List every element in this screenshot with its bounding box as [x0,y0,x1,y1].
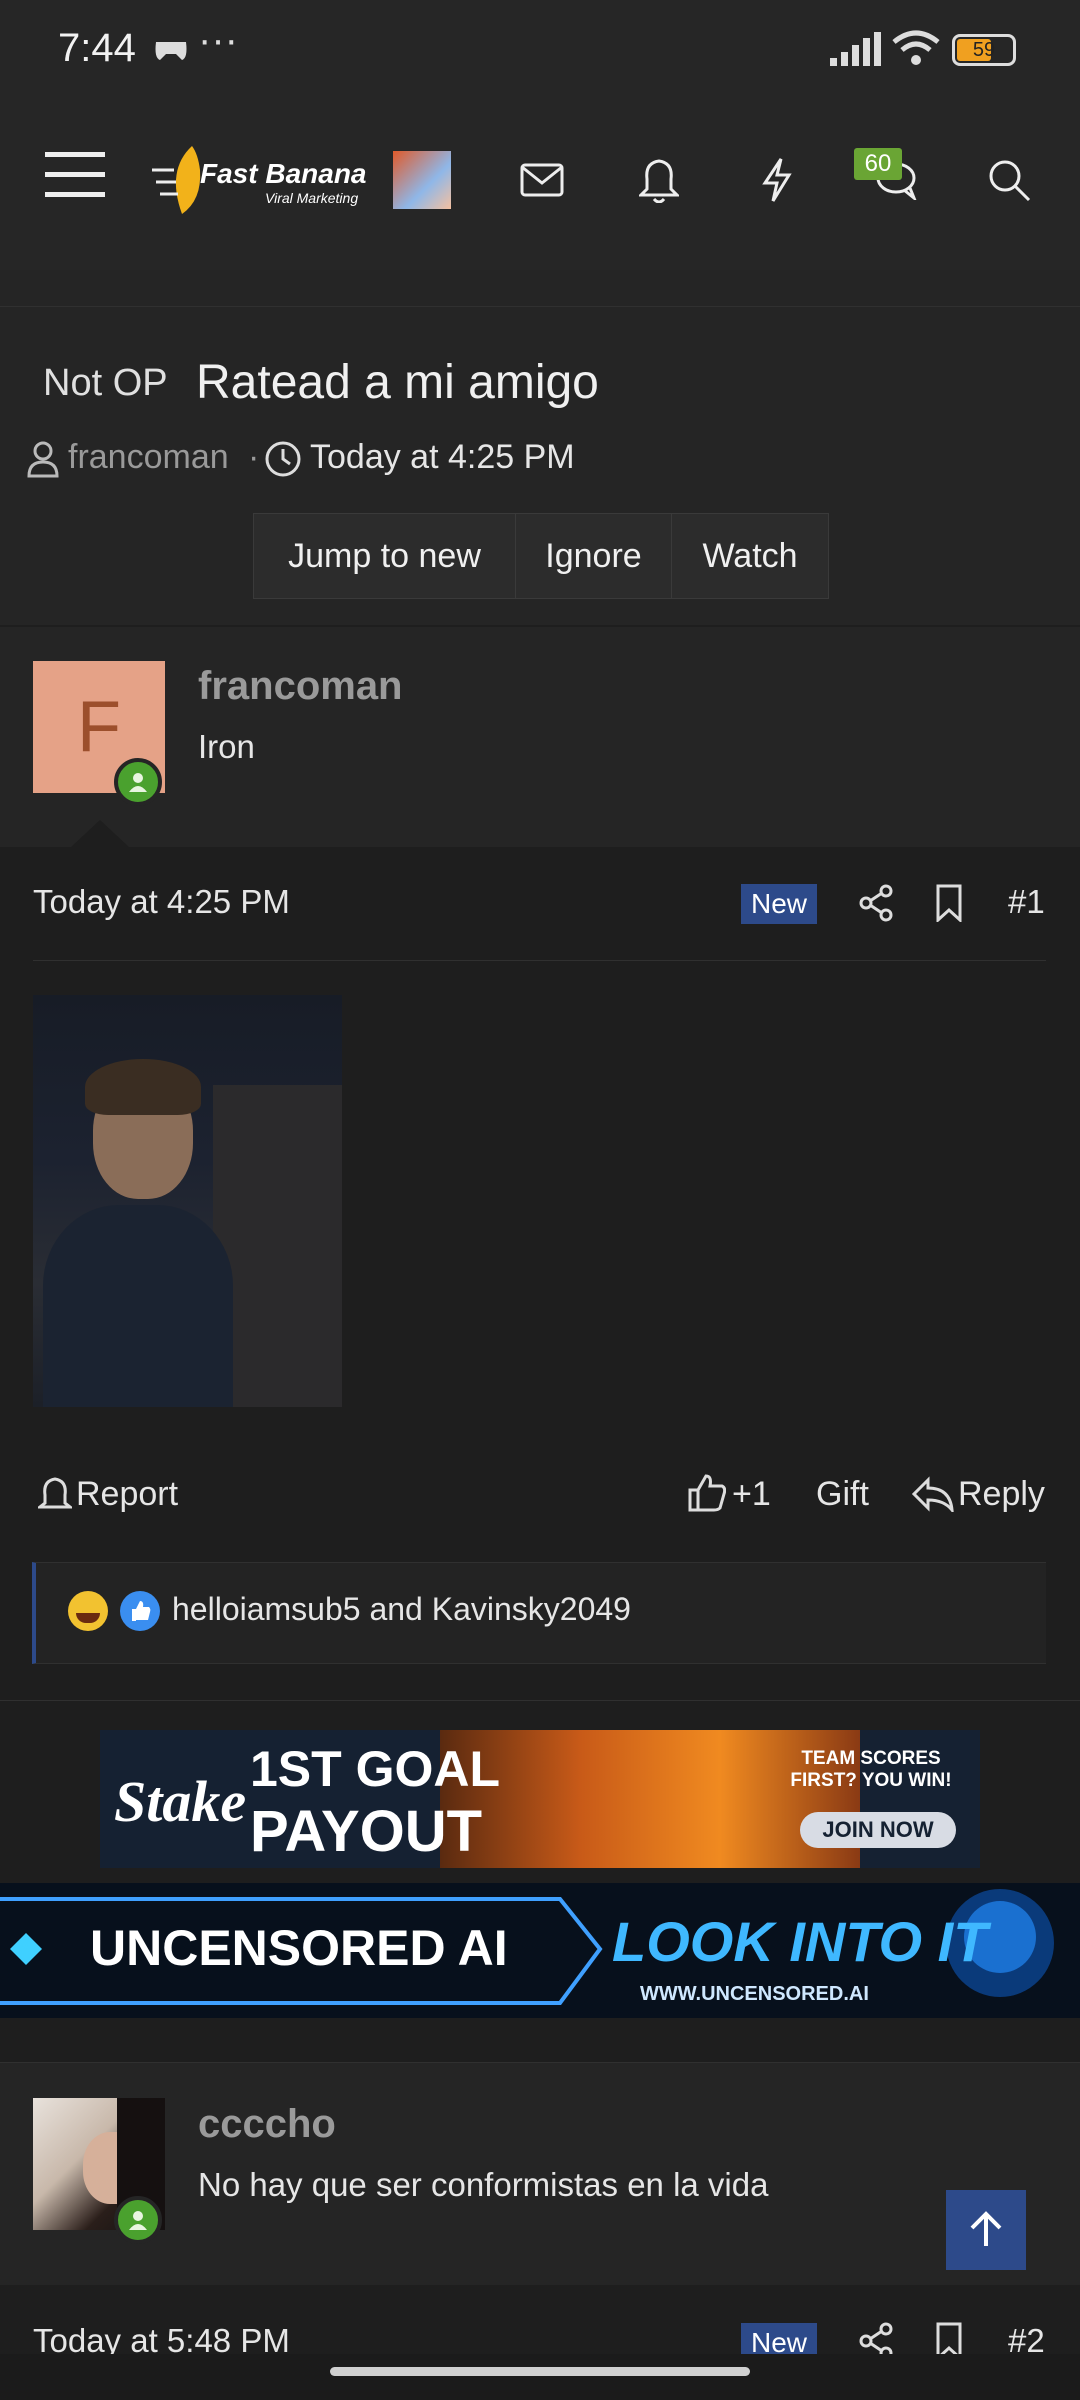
status-more: ··· [198,18,238,62]
reply-icon[interactable] [912,1476,954,1512]
chat-count-badge: 60 [854,148,902,180]
system-navigation-bar [0,2354,1080,2400]
signal-icon [830,32,881,66]
wifi-icon [892,30,940,65]
thread-prefix[interactable]: Not OP [43,362,168,405]
post-user-title: No hay que ser conformistas en la vida [198,2166,769,2203]
status-bar: 7:44 ··· 59 [0,0,1080,100]
ad-url: WWW.UNCENSORED.AI [640,1983,869,2005]
bell-icon [38,1477,72,1509]
post-image[interactable] [33,995,342,1407]
scroll-to-top-button[interactable] [946,2190,1026,2270]
post-pointer [70,820,130,848]
divider [0,306,1080,307]
battery-level: 59 [972,39,996,61]
reactions-bar[interactable]: helloiamsub5 and Kavinsky2049 [32,1562,1046,1664]
ignore-button[interactable]: Ignore [516,514,672,598]
ad-brand: Stake [114,1769,247,1834]
menu-icon[interactable] [40,140,110,210]
thumbs-up-icon[interactable] [686,1472,726,1512]
reactions-users[interactable]: helloiamsub5 and Kavinsky2049 [172,1591,631,1628]
divider [33,960,1046,961]
site-logo-text[interactable]: Fast Banana [200,158,367,190]
bell-icon[interactable] [624,145,694,215]
site-logo-subtext: Viral Marketing [265,190,359,206]
ad-uncensored-text: UNCENSORED AI [90,1920,508,1976]
home-gesture-handle[interactable] [330,2367,750,2376]
thread-author[interactable]: francoman [68,438,229,477]
bookmark-icon[interactable] [934,884,964,922]
user-avatar[interactable] [393,151,451,209]
meta-separator: · [248,438,260,476]
thread-time[interactable]: Today at 4:25 PM [310,438,575,477]
battery-icon: 59 [952,34,1016,66]
thread-title: Ratead a mi amigo [196,356,599,409]
watch-button[interactable]: Watch [672,514,828,598]
ad-headline-1: 1ST GOAL [250,1741,501,1797]
stake-ad-banner[interactable]: Stake 1ST GOAL PAYOUT TEAM SCORES FIRST?… [100,1730,980,1868]
post-user-rank: Iron [198,728,255,765]
ad-headline-2: PAYOUT [250,1799,483,1864]
online-status-icon [114,2196,162,2244]
laughing-crying-emoji-icon [68,1591,108,1631]
post-number[interactable]: #1 [1008,883,1045,921]
ad-join-button[interactable]: JOIN NOW [800,1812,956,1848]
ad-tagline: TEAM SCORES FIRST? YOU WIN! [790,1748,952,1791]
like-count[interactable]: +1 [732,1475,771,1514]
uncensored-ai-ad-banner[interactable]: UNCENSORED AI LOOK INTO IT WWW.UNCENSORE… [0,1883,1080,2018]
post-username[interactable]: ccccho [198,2102,336,2147]
share-icon[interactable] [858,884,894,922]
user-icon [27,441,59,478]
thread-button-group: Jump to new Ignore Watch [253,513,829,599]
status-time: 7:44 [58,26,136,70]
search-icon[interactable] [974,145,1044,215]
ad-cta: LOOK INTO IT [612,1910,988,1973]
post-timestamp[interactable]: Today at 4:25 PM [33,883,290,921]
reply-button[interactable]: Reply [958,1475,1045,1514]
mail-icon[interactable] [507,145,577,215]
jump-to-new-button[interactable]: Jump to new [254,514,516,598]
divider [0,1700,1080,1701]
arrow-up-icon [970,2211,1002,2246]
report-button[interactable]: Report [76,1475,178,1514]
like-reaction-icon [120,1591,160,1631]
new-badge: New [741,884,818,924]
gift-button[interactable]: Gift [816,1475,869,1514]
game-controller-icon [155,42,187,60]
post-username[interactable]: francoman [198,664,403,709]
online-status-icon [114,758,162,806]
lightning-icon[interactable] [742,145,812,215]
clock-icon [265,441,301,477]
